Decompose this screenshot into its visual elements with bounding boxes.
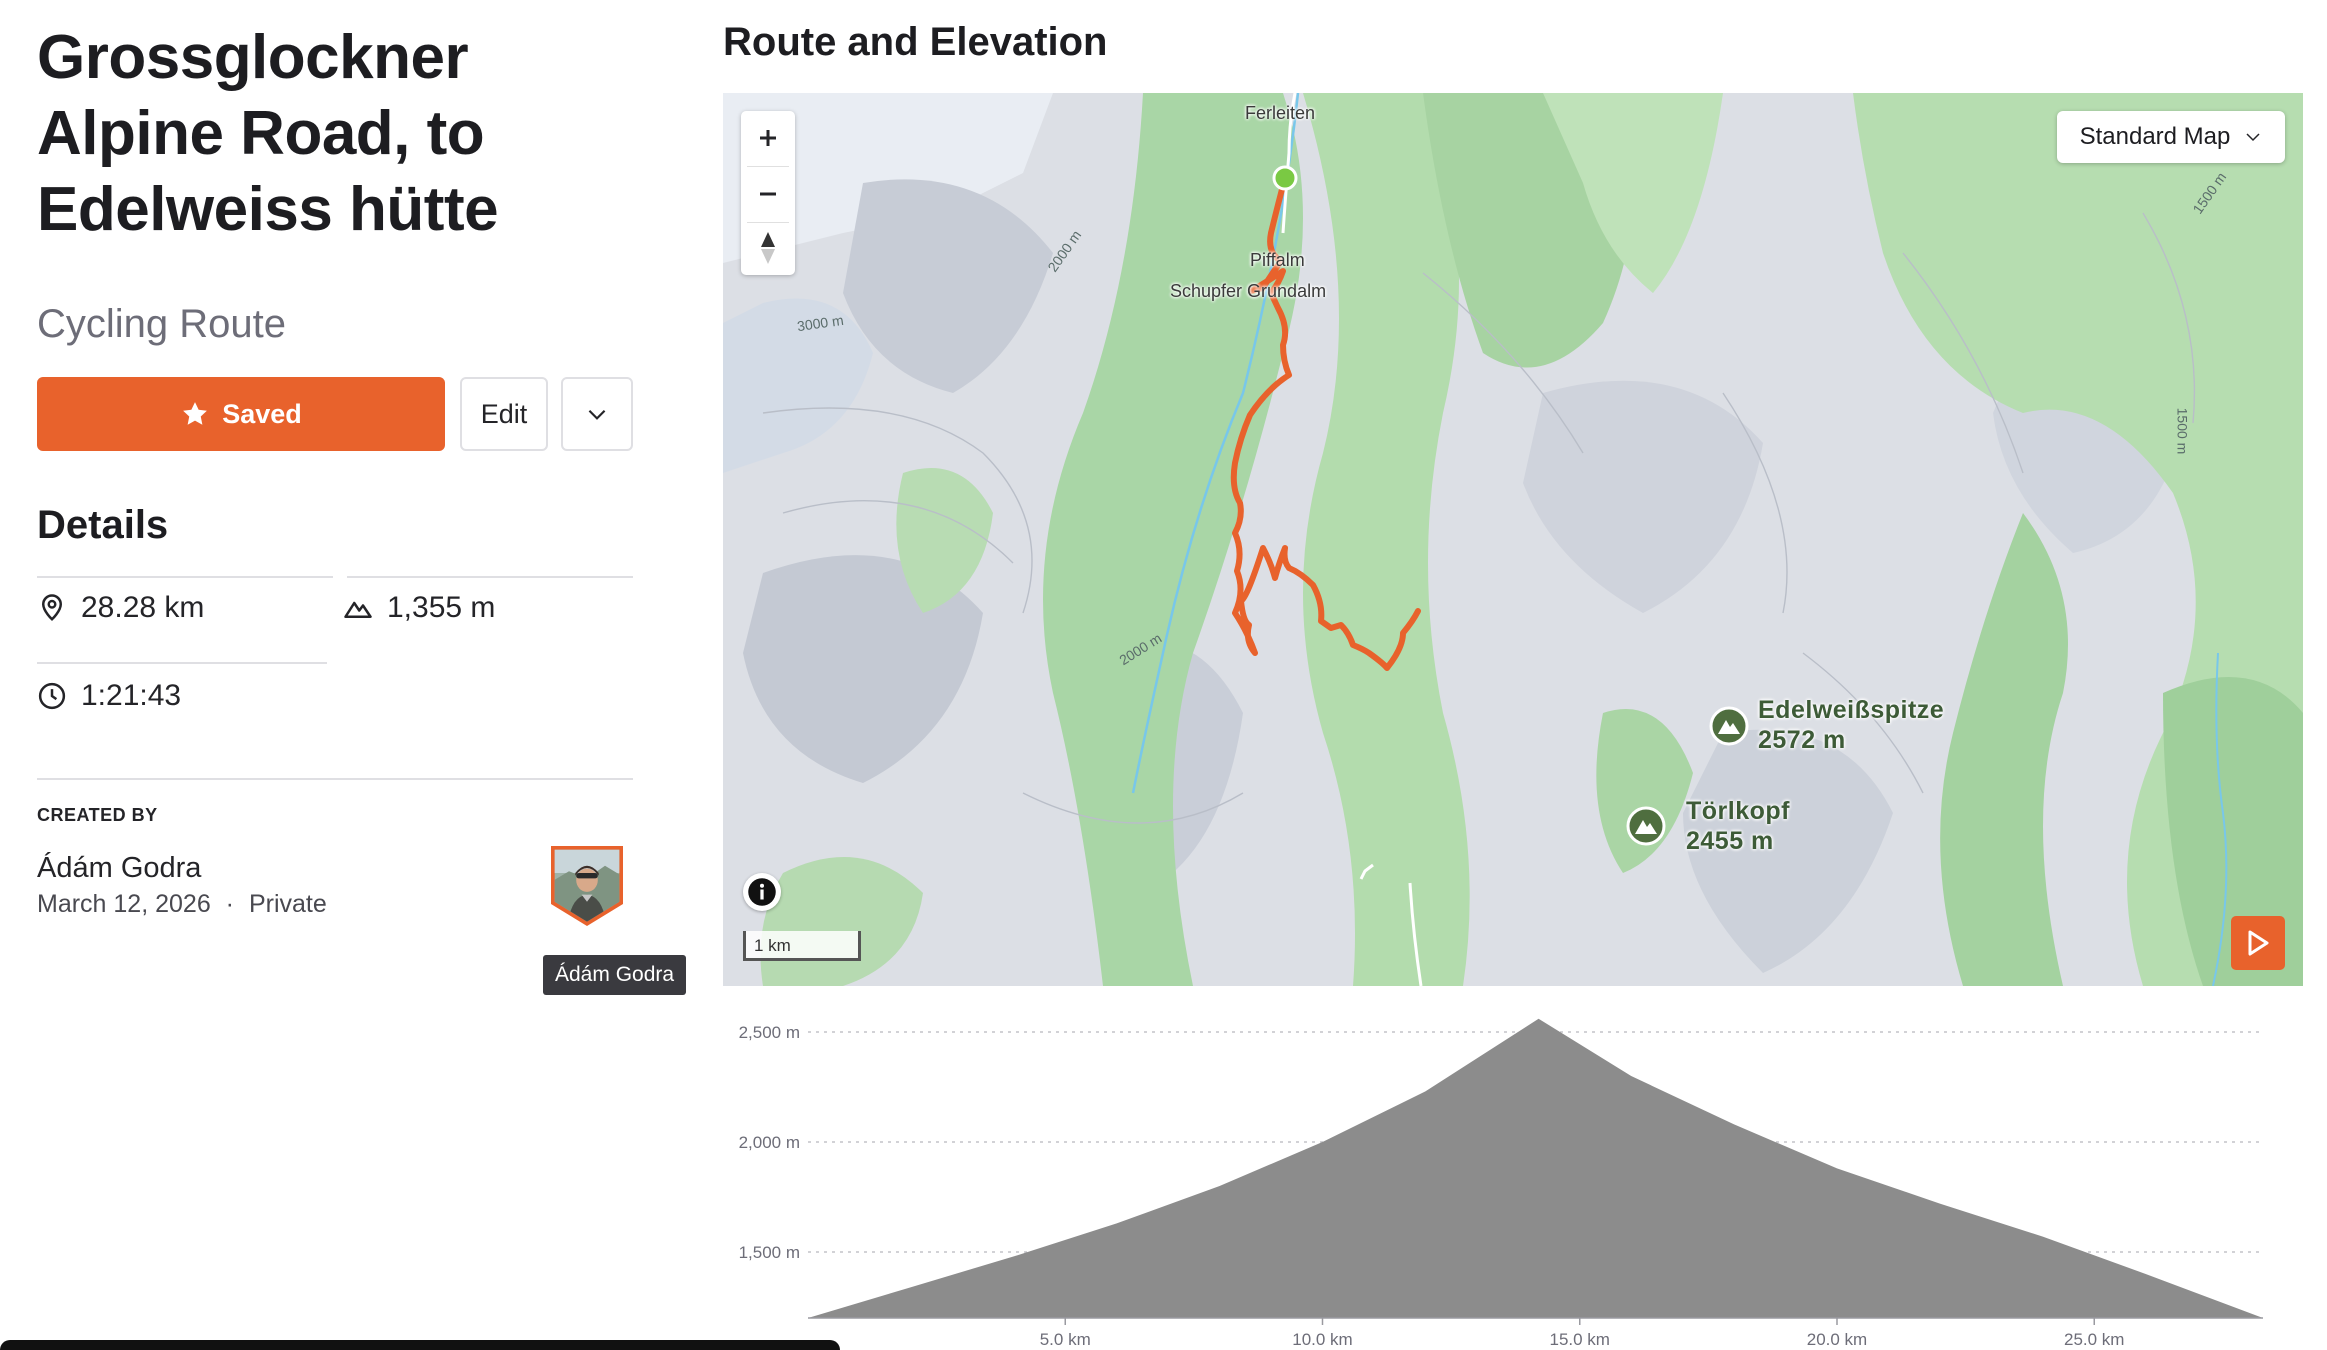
zoom-out-button[interactable]: [741, 167, 795, 221]
edit-button[interactable]: Edit: [460, 377, 548, 451]
bottom-scrollbar[interactable]: [0, 1340, 840, 1350]
minus-icon: [760, 192, 776, 196]
peak-icon[interactable]: [1708, 705, 1750, 747]
distance-stat: 28.28 km: [37, 591, 204, 625]
x-tick-label: 25.0 km: [2064, 1330, 2124, 1349]
x-tick-label: 15.0 km: [1550, 1330, 1610, 1349]
y-tick-label: 1,500 m: [739, 1243, 800, 1262]
divider: [37, 778, 633, 780]
poi-name: Edelweißspitze: [1758, 696, 1945, 724]
play-icon: [2248, 930, 2269, 956]
divider: [37, 662, 327, 664]
saved-button-label: Saved: [222, 398, 302, 429]
route-type: Cycling Route: [37, 302, 287, 346]
x-tick-label: 5.0 km: [1040, 1330, 1091, 1349]
contour-label: 1500 m: [2174, 407, 2191, 455]
star-icon: [183, 402, 208, 425]
flyover-play-button[interactable]: [2231, 916, 2285, 970]
route-elevation-heading: Route and Elevation: [723, 20, 1108, 64]
y-tick-label: 2,000 m: [739, 1133, 800, 1152]
poi-torlkopf: Törlkopf 2455 m: [1686, 796, 1790, 856]
place-label-schupfer-grundalm: Schupfer Grundalm: [1170, 281, 1327, 301]
reset-north-button[interactable]: [741, 221, 795, 275]
zoom-in-button[interactable]: [741, 111, 795, 165]
elevation-area[interactable]: [808, 1018, 2263, 1318]
time-value: 1:21:43: [81, 679, 182, 712]
elevation-stat: 1,355 m: [343, 591, 495, 625]
saved-button[interactable]: Saved: [37, 377, 445, 451]
y-tick-label: 2,500 m: [739, 1023, 800, 1042]
route-map[interactable]: Ferleiten Piffalm Schupfer Grundalm 2000…: [723, 93, 2303, 986]
location-pin-icon: [41, 594, 63, 621]
x-tick-label: 10.0 km: [1292, 1330, 1352, 1349]
zoom-controls: [741, 111, 795, 275]
chevron-down-icon: [588, 409, 606, 420]
distance-value: 28.28 km: [81, 591, 205, 624]
created-by-label: CREATED BY: [37, 805, 158, 825]
map-style-dropdown[interactable]: Standard Map: [2057, 111, 2285, 163]
creator-tooltip: Ádám Godra: [543, 955, 687, 995]
map-scale: 1 km: [743, 931, 861, 961]
meta-separator: ·: [225, 890, 234, 918]
x-tick-label: 20.0 km: [1807, 1330, 1867, 1349]
place-label-ferleiten: Ferleiten: [1245, 103, 1316, 123]
clock-icon: [38, 682, 66, 710]
creator-avatar[interactable]: [547, 842, 627, 930]
info-icon: [748, 878, 776, 906]
place-label-piffalm: Piffalm: [1250, 250, 1305, 270]
created-date: March 12, 2026: [37, 890, 211, 918]
chevron-down-icon: [2246, 133, 2260, 142]
details-heading: Details: [37, 503, 169, 547]
elevation-value: 1,355 m: [387, 591, 496, 624]
peak-icon[interactable]: [1625, 805, 1667, 847]
poi-elevation: 2455 m: [1686, 827, 1774, 855]
more-options-button[interactable]: [561, 377, 633, 451]
elevation-chart[interactable]: 2,500 m 2,000 m 1,500 m 5.0 km 10.0 km 15.0 k…: [723, 1000, 2303, 1350]
poi-edelweissspitze: Edelweißspitze 2572 m: [1758, 695, 1944, 755]
divider: [37, 576, 333, 578]
map-info-button[interactable]: [743, 873, 781, 911]
route-title: Grossglockner Alpine Road, to Edelweiss …: [37, 23, 499, 244]
poi-name: Törlkopf: [1686, 797, 1790, 825]
divider: [347, 576, 633, 578]
plus-icon: [760, 130, 776, 146]
poi-elevation: 2572 m: [1758, 726, 1846, 754]
creator-meta: March 12, 2026 · Private: [37, 890, 327, 919]
map-style-label: Standard Map: [2079, 123, 2231, 150]
map-terrain: [723, 93, 2303, 986]
creator-name[interactable]: Ádám Godra: [37, 852, 201, 885]
mountain-icon: [344, 601, 372, 618]
visibility-label: Private: [248, 890, 327, 918]
compass-icon: [761, 232, 775, 264]
time-stat: 1:21:43: [37, 679, 181, 713]
